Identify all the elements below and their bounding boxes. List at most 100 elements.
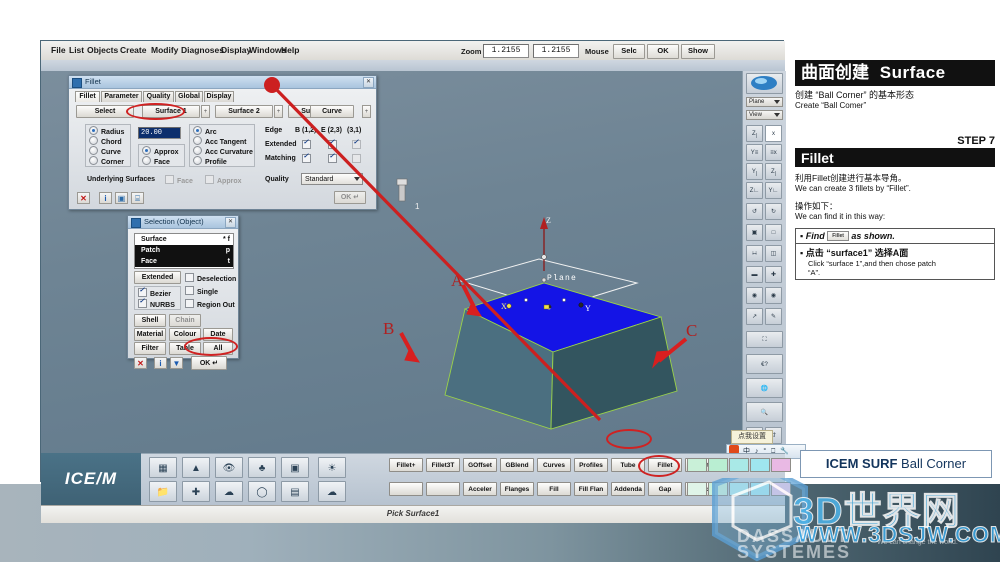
arrow-drag-icon[interactable]: ↗ xyxy=(746,308,763,325)
zoom-input-1[interactable]: 1.2155 xyxy=(483,44,529,58)
extended-check-e[interactable] xyxy=(328,138,340,150)
eye-right-icon[interactable]: ◉ xyxy=(765,287,782,304)
swatch-r1-4[interactable] xyxy=(750,458,770,472)
selection-menu-button[interactable]: ▼ xyxy=(170,357,183,369)
radio-arc[interactable]: Arc xyxy=(193,126,217,136)
list-item-face[interactable]: Face t xyxy=(135,256,233,267)
tab-parameter[interactable]: Parameter xyxy=(101,91,142,102)
menu-item-list[interactable]: List xyxy=(69,45,84,55)
grid-icon[interactable]: ▤ xyxy=(281,481,309,502)
swatch-r1-5[interactable] xyxy=(771,458,791,472)
radio-acc-curvature[interactable]: Acc Curvature xyxy=(193,146,253,156)
tool-blank-1[interactable] xyxy=(389,482,423,496)
region-out-check[interactable]: Region Out xyxy=(185,299,235,309)
eye-icon[interactable]: 👁 xyxy=(215,457,243,478)
radius-value-input[interactable]: 20.00 xyxy=(138,127,181,139)
surface-2-button[interactable]: Surface 2 xyxy=(215,105,273,118)
radio-approx[interactable]: Approx xyxy=(142,146,179,156)
filter-button[interactable]: Filter xyxy=(134,342,166,355)
tab-fillet[interactable]: Fillet xyxy=(75,91,100,102)
fillet-cancel-button[interactable]: ✕ xyxy=(77,192,90,204)
tab-quality[interactable]: Quality xyxy=(143,91,174,102)
point-set-icon[interactable]: ∺ xyxy=(746,245,763,262)
hierarchy-icon[interactable]: ♣ xyxy=(248,457,276,478)
tool-fillflan[interactable]: Fill Flan xyxy=(574,482,608,496)
menu-item-modify[interactable]: Modify xyxy=(151,45,178,55)
shade-box-icon[interactable]: ▣ xyxy=(746,224,763,241)
plus-icon[interactable]: ✚ xyxy=(765,266,782,283)
x-axis-icon[interactable]: x xyxy=(765,125,782,142)
z-axis-icon[interactable]: Z| xyxy=(765,163,782,180)
swatch-r1-2[interactable] xyxy=(708,458,728,472)
material-button[interactable]: Material xyxy=(134,328,166,341)
view-select[interactable]: View xyxy=(746,110,783,120)
curve-button[interactable]: Curve xyxy=(310,105,354,118)
folder-icon[interactable]: 📁 xyxy=(149,481,177,502)
list-item-surface[interactable]: Surface * f xyxy=(135,234,233,245)
zoom-input-2[interactable]: 1.2155 xyxy=(533,44,579,58)
shell-button[interactable]: Shell xyxy=(134,314,166,327)
shaded-sphere-icon[interactable] xyxy=(746,73,783,94)
extended-check-b[interactable] xyxy=(302,138,314,150)
rotate-view-icon[interactable]: ↺ xyxy=(746,203,763,220)
matching-check-b[interactable] xyxy=(302,152,314,164)
menu-item-help[interactable]: Help xyxy=(281,45,299,55)
blob-icon[interactable]: ◯ xyxy=(248,481,276,502)
selection-dialog-close[interactable]: ✕ xyxy=(225,217,236,228)
radio-profile[interactable]: Profile xyxy=(193,156,227,166)
object-type-list[interactable]: Surface * f Patch p Face t xyxy=(134,233,234,269)
list-item-patch[interactable]: Patch p xyxy=(135,245,233,256)
selection-ok-button[interactable]: OK ↵ xyxy=(191,356,227,370)
cloud-icon[interactable]: ☁ xyxy=(215,481,243,502)
plane-select[interactable]: Plane xyxy=(746,97,783,107)
radio-radius[interactable]: Radius xyxy=(89,126,124,136)
tool-acceler[interactable]: Acceler xyxy=(463,482,497,496)
swatch-r1-1[interactable] xyxy=(687,458,707,472)
tool-fill[interactable]: Fill xyxy=(537,482,571,496)
tool-curves[interactable]: Curves xyxy=(537,458,571,472)
image-icon[interactable]: ▣ xyxy=(281,457,309,478)
fillet-dialog[interactable]: Fillet ✕ Fillet Parameter Quality Global… xyxy=(68,75,377,210)
ok-button[interactable]: OK xyxy=(647,44,679,59)
surface-icon[interactable]: ▦ xyxy=(149,457,177,478)
show-button[interactable]: Show xyxy=(681,44,715,59)
selection-cancel-button[interactable]: ✕ xyxy=(134,357,147,369)
tool-addenda[interactable]: Addenda xyxy=(611,482,645,496)
tool-gblend[interactable]: GBlend xyxy=(500,458,534,472)
sphere-icon[interactable]: ☀ xyxy=(318,457,346,478)
matching-check-e[interactable] xyxy=(328,152,340,164)
selection-info-button[interactable]: i xyxy=(154,357,167,369)
tool-goffset[interactable]: GOffset xyxy=(463,458,497,472)
menu-item-diagnoses[interactable]: Diagnoses xyxy=(181,45,224,55)
bullet-1-chip[interactable]: Fillet xyxy=(827,231,849,241)
help-icon[interactable]: €? xyxy=(746,354,783,374)
fillet-image-button[interactable]: ▣ xyxy=(115,192,128,204)
sphere-dot-icon[interactable]: ☁ xyxy=(318,481,346,502)
y-axis-icon[interactable]: Y| xyxy=(746,163,763,180)
measure-icon[interactable]: 🔍 xyxy=(746,402,783,422)
tool-profiles[interactable]: Profiles xyxy=(574,458,608,472)
tool-filletplus[interactable]: Fillet+ xyxy=(389,458,423,472)
fit-window-icon[interactable]: ⛶ xyxy=(746,331,783,348)
selc-button[interactable]: Selc xyxy=(613,44,645,59)
z-axis-left-icon[interactable]: Z| xyxy=(746,125,763,142)
menu-item-objects[interactable]: Objects xyxy=(87,45,118,55)
menu-item-display[interactable]: Display xyxy=(221,45,251,55)
globe-icon[interactable]: 🌐 xyxy=(746,378,783,398)
tab-display[interactable]: Display xyxy=(204,91,234,102)
nurbs-check[interactable]: NURBS xyxy=(138,297,175,309)
cross-icon[interactable]: ✚ xyxy=(182,481,210,502)
radio-corner[interactable]: Corner xyxy=(89,156,124,166)
radio-chord[interactable]: Chord xyxy=(89,136,122,146)
tree-icon[interactable]: ▲ xyxy=(182,457,210,478)
menu-item-create[interactable]: Create xyxy=(120,45,146,55)
fillet-dialog-titlebar[interactable]: Fillet ✕ xyxy=(69,76,376,89)
extended-button[interactable]: Extended xyxy=(134,271,181,284)
ghost-box-icon[interactable]: □ xyxy=(765,224,782,241)
fillet-copy-button[interactable]: ⌸ xyxy=(131,192,144,204)
radio-curve[interactable]: Curve xyxy=(89,146,121,156)
radio-face[interactable]: Face xyxy=(142,156,170,166)
quality-combo[interactable]: Standard xyxy=(301,173,363,185)
minus-icon[interactable]: ▬ xyxy=(746,266,763,283)
eye-left-icon[interactable]: ◉ xyxy=(746,287,763,304)
